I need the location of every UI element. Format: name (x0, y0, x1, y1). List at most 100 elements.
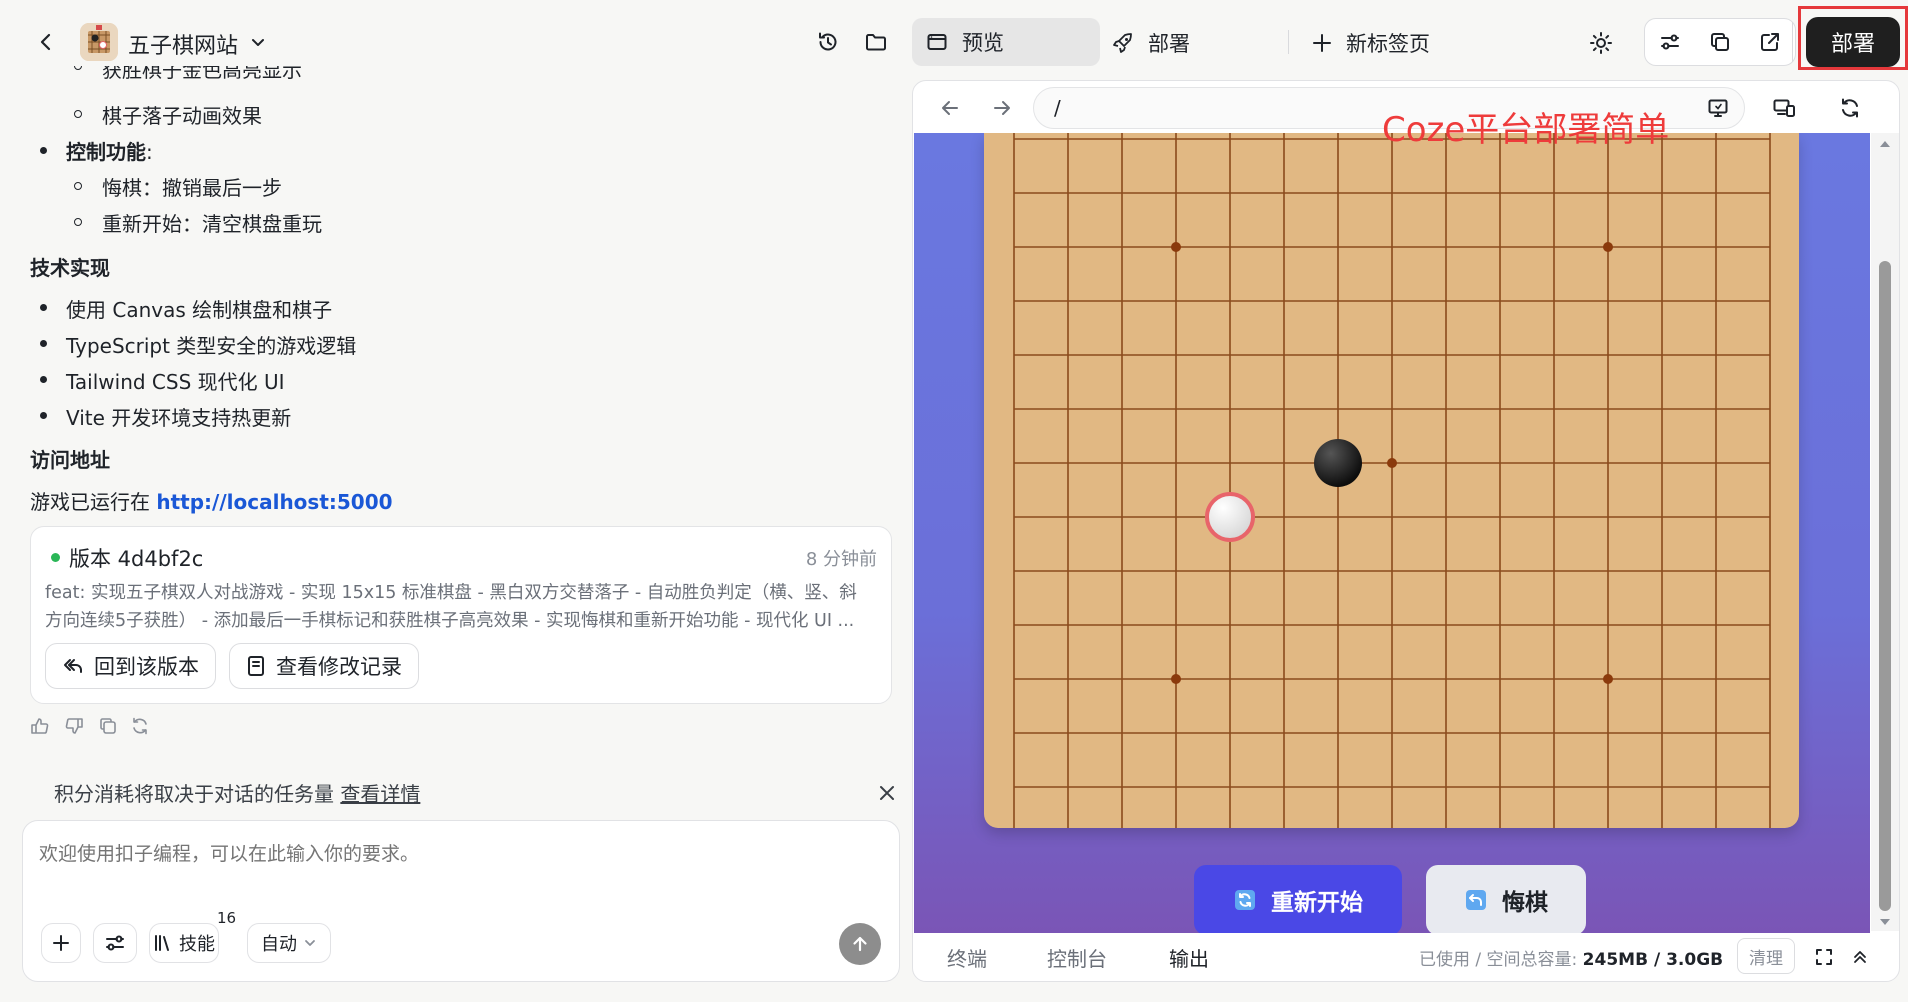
mode-label: 自动 (261, 934, 297, 955)
refresh-icon (1235, 890, 1255, 910)
version-time: 8 分钟前 (805, 549, 877, 570)
storage-usage: 已使用 / 空间总容量: 245MB / 3.0GB (1419, 945, 1723, 970)
thumbs-down-icon[interactable] (62, 714, 86, 738)
send-button[interactable] (839, 923, 881, 965)
game-board[interactable] (984, 133, 1799, 828)
browser-frame: / 重新开始 悔棋 终端 控制台 输出 已使用 / 空间总容量: 245MB /… (912, 80, 1900, 982)
settings-button[interactable] (93, 923, 137, 963)
board-grid (1013, 133, 1771, 828)
viewport-scrollbar[interactable] (1871, 133, 1899, 931)
star-point (1387, 458, 1397, 468)
clear-button[interactable]: 清理 (1737, 938, 1795, 974)
monitor-icon[interactable] (1703, 93, 1733, 123)
external-link-icon[interactable] (1745, 19, 1795, 65)
tab-deploy[interactable]: 部署 (1112, 28, 1190, 58)
section-heading: 技术实现 (30, 256, 110, 280)
star-point (1603, 674, 1613, 684)
arrow-left-icon[interactable] (935, 93, 965, 123)
thumbs-up-icon[interactable] (28, 714, 52, 738)
sun-icon[interactable] (1586, 28, 1616, 58)
star-point (1603, 242, 1613, 252)
sliders-icon[interactable] (1645, 19, 1695, 65)
tab-new[interactable]: 新标签页 (1312, 28, 1430, 58)
list-item: Vite 开发环境支持热更新 (66, 406, 292, 430)
restart-label: 重新开始 (1271, 890, 1363, 916)
view-history-button[interactable]: 查看修改记录 (229, 643, 419, 689)
localhost-link[interactable]: http://localhost:5000 (156, 490, 392, 514)
plus-icon (53, 935, 69, 951)
notice-text: 积分消耗将取决于对话的任务量 (54, 782, 341, 806)
bottom-panel-bar: 终端 控制台 输出 已使用 / 空间总容量: 245MB / 3.0GB 清理 (913, 931, 1899, 981)
undo-move-button[interactable]: 悔棋 (1426, 865, 1586, 933)
refresh-icon[interactable] (1835, 93, 1865, 123)
skills-count-badge: 16 (217, 909, 237, 927)
access-prefix: 游戏已运行在 (30, 490, 157, 514)
history-label: 查看修改记录 (276, 655, 402, 679)
list-item: TypeScript 类型安全的游戏逻辑 (66, 334, 357, 358)
app-viewport: 重新开始 悔棋 (914, 133, 1870, 933)
preview-panel: 预览 部署 新标签页 部署 / 重新开始 悔棋 终端 控制台 输出 已使用 / … (912, 0, 1908, 1002)
list-item: 使用 Canvas 绘制棋盘和棋子 (66, 298, 333, 322)
chat-input[interactable] (39, 839, 879, 899)
tab-output[interactable]: 输出 (1169, 943, 1209, 972)
add-attachment-button[interactable] (41, 923, 81, 963)
list-bullet (40, 376, 47, 383)
tab-new-label: 新标签页 (1346, 32, 1430, 56)
sliders-icon (106, 935, 124, 951)
chat-scroll-area[interactable]: 获胜棋子金色高亮显示 棋子落子动画效果 控制功能: 悔棋：撤销最后一步 重新开始… (0, 66, 912, 746)
storage-value: 245MB / 3.0GB (1582, 950, 1724, 970)
mode-select[interactable]: 自动 (247, 923, 331, 963)
list-bullet (40, 304, 47, 311)
project-title-text: 五子棋网站 (128, 34, 239, 59)
url-text: / (1054, 96, 1061, 120)
tab-preview[interactable]: 预览 (912, 18, 1100, 66)
revert-version-button[interactable]: 回到该版本 (45, 643, 216, 689)
copy-icon[interactable] (1695, 19, 1745, 65)
white-stone-last-move (1205, 492, 1255, 542)
version-card: 版本 4d4bf2c 8 分钟前 feat: 实现五子棋双人对战游戏 - 实现 … (30, 526, 892, 704)
tab-divider (1288, 30, 1289, 54)
scroll-up-icon[interactable] (1879, 139, 1891, 149)
copy-icon[interactable] (96, 714, 120, 738)
folder-icon[interactable] (860, 26, 892, 58)
black-stone (1314, 439, 1362, 487)
history-icon[interactable] (812, 26, 844, 58)
tab-terminal[interactable]: 终端 (947, 943, 987, 972)
star-point (1171, 242, 1181, 252)
access-line: 游戏已运行在 http://localhost:5000 (30, 486, 393, 515)
storage-prefix: 已使用 / 空间总容量: (1419, 950, 1583, 970)
chevron-up-icon[interactable] (1847, 944, 1873, 970)
project-title[interactable]: 五子棋网站 (128, 28, 238, 60)
restart-game-button[interactable]: 重新开始 (1194, 865, 1402, 933)
plus-icon (1313, 34, 1331, 52)
list-bullet (40, 412, 47, 419)
list-bullet (40, 340, 47, 347)
fullscreen-icon[interactable] (1811, 944, 1837, 970)
chat-composer: 技能 16 自动 (22, 820, 900, 982)
devices-icon[interactable] (1769, 93, 1799, 123)
section-heading: 访问地址 (30, 448, 110, 472)
window-icon (927, 34, 947, 50)
status-dot (51, 553, 60, 562)
skills-button[interactable]: 技能 (149, 923, 219, 963)
credits-notice: 积分消耗将取决于对话的任务量 查看详情 (54, 778, 420, 807)
list-item: 悔棋：撤销最后一步 (102, 176, 282, 200)
arrow-right-icon[interactable] (987, 93, 1017, 123)
scrollbar-thumb[interactable] (1879, 261, 1891, 911)
close-icon[interactable] (874, 780, 900, 806)
controls-title: 控制功能 (66, 140, 146, 164)
back-icon[interactable] (30, 26, 62, 58)
version-desc-line2: 方向连续5子获胜） - 添加最后一手棋标记和获胜棋子高亮效果 - 实现悔棋和重新… (45, 611, 855, 631)
revert-label: 回到该版本 (94, 655, 199, 679)
tab-console[interactable]: 控制台 (1047, 943, 1107, 972)
notice-details-link[interactable]: 查看详情 (340, 782, 420, 806)
chevron-down-icon[interactable] (244, 28, 272, 56)
scroll-down-icon[interactable] (1879, 917, 1891, 927)
tab-deploy-label: 部署 (1148, 32, 1190, 56)
list-bullet (74, 66, 82, 70)
send-icon (853, 936, 867, 952)
preview-tools (1644, 18, 1796, 66)
regenerate-icon[interactable] (128, 714, 152, 738)
list-item-heading: 控制功能: (66, 136, 153, 165)
chevron-down-icon (305, 940, 315, 946)
